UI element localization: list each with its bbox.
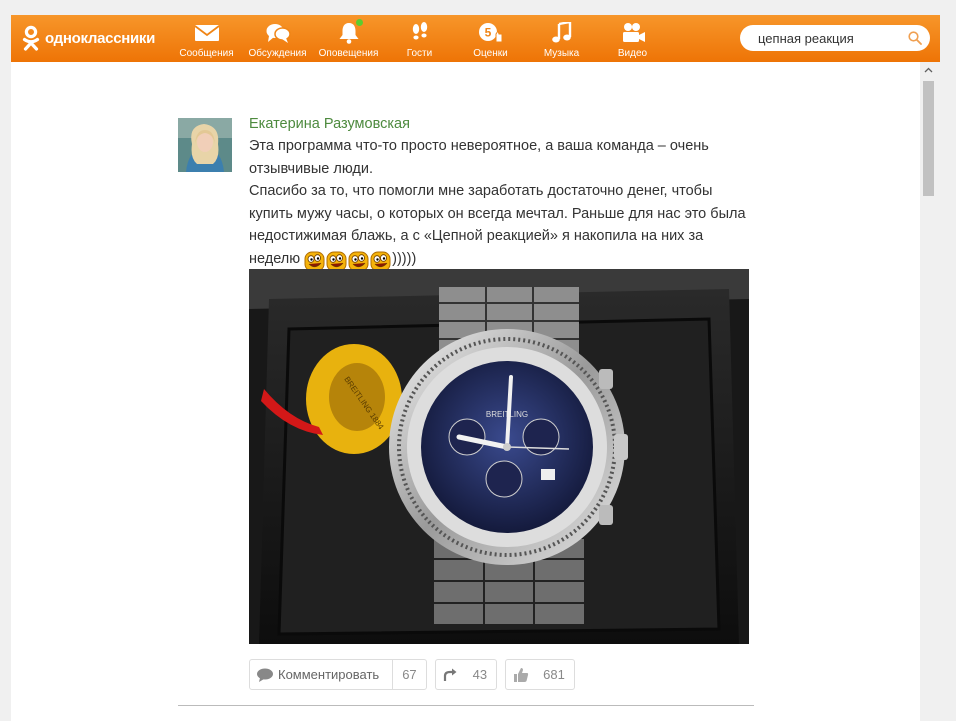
nav-notifications[interactable]: Оповещения (313, 15, 384, 62)
footprints-icon (412, 22, 427, 40)
video-camera-icon (622, 23, 645, 42)
watch-photo[interactable]: BREITLING 1884 BREITLING (249, 269, 749, 644)
watch-photo-image: BREITLING 1884 BREITLING (249, 269, 749, 644)
post-trailing-text: ))))) (392, 250, 417, 267)
share-count: 43 (472, 667, 488, 682)
like-button[interactable]: 681 (505, 659, 575, 690)
scroll-up-arrow-icon[interactable] (920, 62, 937, 79)
nav-messages[interactable]: Сообщения (171, 15, 242, 62)
new-notification-dot (356, 19, 363, 26)
comment-button[interactable]: Комментировать 67 (249, 659, 427, 690)
like-count: 681 (543, 667, 565, 682)
comment-bubble-icon (257, 668, 273, 682)
share-button[interactable]: 43 (434, 659, 498, 690)
comment-label: Комментировать (278, 667, 380, 682)
logo-text: одноклассники (45, 29, 156, 47)
top-bar: одноклассники Сообщения Обсуждения Опове… (11, 15, 940, 62)
comment-count: 67 (392, 659, 425, 690)
post-author[interactable]: Екатерина Разумовская (249, 116, 410, 132)
post-paragraph: Спасибо за то, что помогли мне заработат… (249, 180, 749, 273)
avatar[interactable] (178, 118, 232, 172)
envelope-icon (193, 25, 220, 41)
nav-label: Оповещения (318, 48, 379, 59)
post-divider (178, 705, 754, 706)
nav-label: Обсуждения (248, 48, 307, 59)
avatar-photo (178, 118, 232, 172)
share-arrow-icon (443, 668, 457, 681)
main-nav: Сообщения Обсуждения Оповещения Гости 5 … (171, 15, 668, 62)
search-icon[interactable] (908, 31, 922, 45)
scroll-thumb[interactable] (923, 81, 934, 196)
nav-label: Сообщения (179, 48, 234, 59)
nav-label: Оценки (473, 48, 508, 59)
thumbs-up-icon (514, 667, 529, 682)
nav-discussions[interactable]: Обсуждения (242, 15, 313, 62)
chat-bubbles-icon (266, 24, 291, 43)
nav-video[interactable]: Видео (597, 15, 668, 62)
post-actions: Комментировать 67 43 681 (249, 659, 575, 690)
nav-label: Музыка (543, 48, 580, 59)
music-note-icon (551, 22, 571, 43)
rating-badge: 5 (484, 26, 491, 40)
search-input[interactable] (758, 29, 906, 47)
post-text: Эта программа что-то просто невероятное,… (249, 135, 749, 273)
nav-music[interactable]: Музыка (526, 15, 597, 62)
nav-label: Видео (617, 48, 648, 59)
scrollbar[interactable] (920, 62, 937, 721)
rating-five-icon: 5 (478, 23, 502, 43)
search-box (740, 25, 930, 51)
post-paragraph: Эта программа что-то просто невероятное,… (249, 138, 709, 177)
nav-ratings[interactable]: 5 Оценки (455, 15, 526, 62)
nav-label: Гости (406, 48, 433, 59)
ok-logo-icon (22, 25, 40, 51)
logo[interactable]: одноклассники (21, 25, 155, 51)
nav-guests[interactable]: Гости (384, 15, 455, 62)
